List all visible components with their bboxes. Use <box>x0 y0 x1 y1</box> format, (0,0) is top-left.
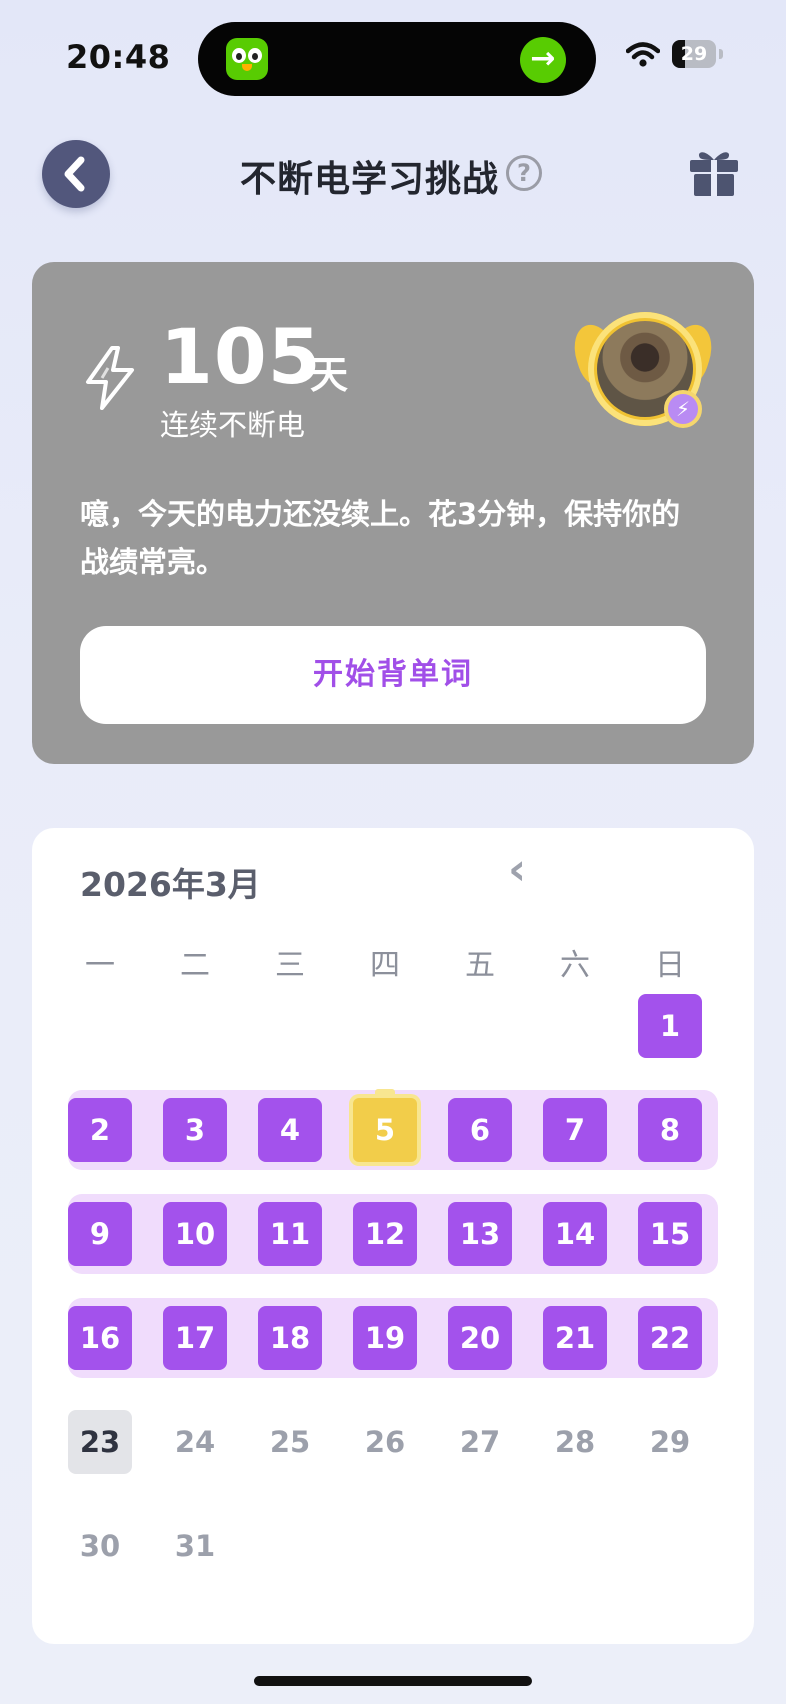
battery-cap <box>719 49 723 59</box>
home-indicator <box>254 1676 532 1686</box>
calendar-day-31[interactable]: 31 <box>163 1514 227 1578</box>
calendar-day-7[interactable]: 7 <box>543 1098 607 1162</box>
avatar[interactable]: ⚡ <box>567 312 719 438</box>
weekday-label: 四 <box>370 948 400 983</box>
wifi-icon <box>626 42 660 67</box>
calendar-day-17[interactable]: 17 <box>163 1306 227 1370</box>
calendar-day-1[interactable]: 1 <box>638 994 702 1058</box>
calendar-day-15[interactable]: 15 <box>638 1202 702 1266</box>
calendar-day-13[interactable]: 13 <box>448 1202 512 1266</box>
calendar-day-29[interactable]: 29 <box>638 1410 702 1474</box>
calendar-day-23[interactable]: 23 <box>68 1410 132 1474</box>
status-time: 20:48 <box>66 38 171 76</box>
calendar-day-30[interactable]: 30 <box>68 1514 132 1578</box>
calendar-day-10[interactable]: 10 <box>163 1202 227 1266</box>
calendar-day-19[interactable]: 19 <box>353 1306 417 1370</box>
calendar-day-27[interactable]: 27 <box>448 1410 512 1474</box>
duolingo-app-icon <box>226 38 268 80</box>
calendar-day-18[interactable]: 18 <box>258 1306 322 1370</box>
calendar-day-11[interactable]: 11 <box>258 1202 322 1266</box>
weekday-label: 三 <box>275 948 305 983</box>
calendar-day-16[interactable]: 16 <box>68 1306 132 1370</box>
calendar-day-3[interactable]: 3 <box>163 1098 227 1162</box>
calendar-month-title: 2026年3月 <box>80 865 261 904</box>
battery-level: 29 <box>680 43 708 65</box>
calendar-day-25[interactable]: 25 <box>258 1410 322 1474</box>
start-words-button[interactable]: 开始背单词 <box>80 626 706 724</box>
battery-icon: 29 <box>672 40 716 68</box>
dynamic-island[interactable]: → <box>198 22 596 96</box>
calendar-day-20[interactable]: 20 <box>448 1306 512 1370</box>
help-icon[interactable]: ? <box>506 155 542 191</box>
calendar-day-21[interactable]: 21 <box>543 1306 607 1370</box>
streak-count: 105 <box>160 312 322 401</box>
calendar-day-5[interactable]: 5 <box>353 1089 417 1162</box>
bolt-icon <box>86 346 134 410</box>
bolt-badge-icon: ⚡ <box>664 390 702 428</box>
calendar-day-8[interactable]: 8 <box>638 1098 702 1162</box>
weekday-label: 一 <box>85 948 115 983</box>
streak-unit: 天 <box>310 353 349 397</box>
calendar-day-4[interactable]: 4 <box>258 1098 322 1162</box>
weekday-label: 二 <box>180 948 210 983</box>
back-button[interactable] <box>42 140 110 208</box>
back-chevron-icon <box>64 156 85 192</box>
calendar-day-26[interactable]: 26 <box>353 1410 417 1474</box>
streak-subtitle: 连续不断电 <box>160 408 306 442</box>
calendar-card: 2026年3月 ‹ 一二三四五六日 1 2 3 4 5 6 7 8 9 10 11 12 13 14 15 16… <box>32 828 754 1644</box>
calendar-day-28[interactable]: 28 <box>543 1410 607 1474</box>
page-title: 不断电学习挑战 <box>240 159 500 200</box>
calendar-day-9[interactable]: 9 <box>68 1202 132 1266</box>
streak-message: 噫，今天的电力还没续上。花3分钟，保持你的战绩常亮。 <box>80 497 681 579</box>
arrow-right-icon[interactable]: → <box>520 37 566 83</box>
status-bar: 20:48 → 29 <box>0 0 786 110</box>
calendar-day-12[interactable]: 12 <box>353 1202 417 1266</box>
weekday-label: 六 <box>560 948 590 983</box>
calendar-day-24[interactable]: 24 <box>163 1410 227 1474</box>
weekday-label: 五 <box>465 948 495 983</box>
calendar-day-2[interactable]: 2 <box>68 1098 132 1162</box>
streak-card: 105 天 连续不断电 ⚡ 噫，今天的电力还没续上。花3分钟，保持你的战绩常亮。… <box>32 262 754 764</box>
weekday-label: 日 <box>655 948 685 983</box>
gift-icon[interactable] <box>686 144 742 200</box>
prev-month-chevron-icon[interactable]: ‹ <box>508 848 548 892</box>
calendar-day-22[interactable]: 22 <box>638 1306 702 1370</box>
calendar-day-14[interactable]: 14 <box>543 1202 607 1266</box>
calendar-day-6[interactable]: 6 <box>448 1098 512 1162</box>
